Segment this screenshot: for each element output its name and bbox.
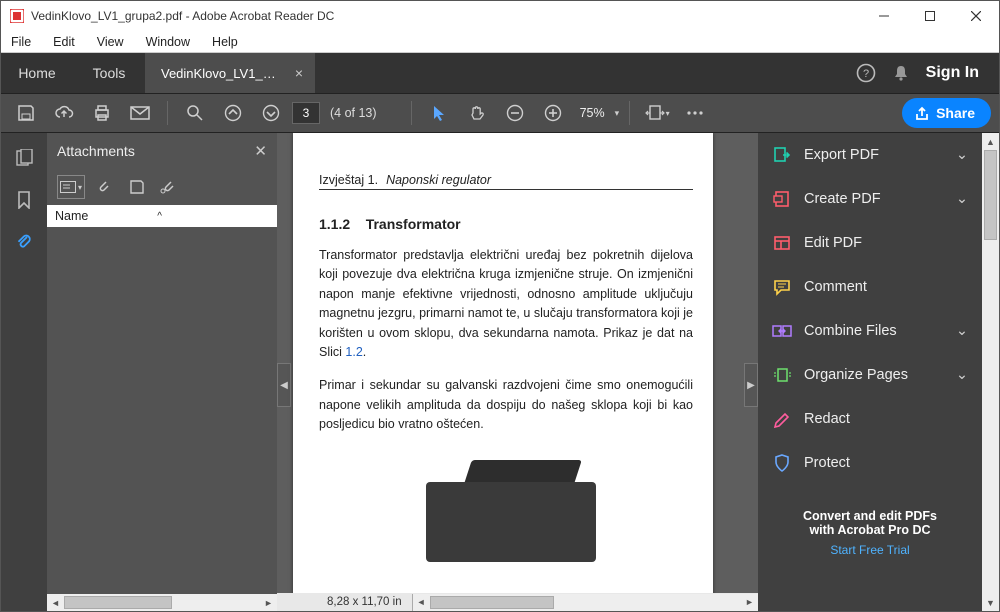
email-icon[interactable] <box>123 96 157 130</box>
zoom-in-icon[interactable] <box>536 96 570 130</box>
tool-redact[interactable]: Redact <box>758 397 982 441</box>
tool-comment[interactable]: Comment <box>758 265 982 309</box>
hand-icon[interactable] <box>460 96 494 130</box>
share-icon <box>914 105 930 121</box>
close-button[interactable] <box>953 1 999 31</box>
tool-protect[interactable]: Protect <box>758 441 982 485</box>
thumbnails-icon[interactable] <box>13 147 35 169</box>
work-area: Attachments ✕ ▾ Name ^ ◄► ◀ Izvještaj 1.… <box>1 133 999 611</box>
tool-organize-pages[interactable]: Organize Pages ⌄ <box>758 353 982 397</box>
menu-file[interactable]: File <box>7 33 35 51</box>
tab-bar: Home Tools VedinKlovo_LV1_gr... × ? Sign… <box>1 53 999 93</box>
help-icon[interactable]: ? <box>856 63 876 83</box>
page-down-icon[interactable] <box>254 96 288 130</box>
chevron-down-icon: ⌄ <box>956 367 968 383</box>
titlebar: VedinKlovo_LV1_grupa2.pdf - Adobe Acroba… <box>1 1 999 31</box>
tab-tools[interactable]: Tools <box>73 53 145 93</box>
menu-view[interactable]: View <box>93 33 128 51</box>
menu-edit[interactable]: Edit <box>49 33 79 51</box>
collapse-left-icon[interactable]: ◀ <box>277 363 291 407</box>
paragraph-1: Transformator predstavlja električni ure… <box>319 246 693 362</box>
zoom-level[interactable]: 75% <box>574 106 611 120</box>
tab-close-icon[interactable]: × <box>291 65 307 81</box>
tab-home[interactable]: Home <box>1 53 73 93</box>
combine-icon <box>772 322 792 340</box>
sign-in-button[interactable]: Sign In <box>926 64 979 82</box>
left-rail <box>1 133 47 611</box>
more-tools-icon[interactable] <box>678 96 712 130</box>
tool-export-pdf[interactable]: Export PDF ⌄ <box>758 133 982 177</box>
organize-icon <box>772 366 792 384</box>
sort-arrow-icon: ^ <box>157 211 162 222</box>
window-title: VedinKlovo_LV1_grupa2.pdf - Adobe Acroba… <box>31 9 334 23</box>
chevron-down-icon: ⌄ <box>956 323 968 339</box>
document-hscroll[interactable]: ◄► <box>412 594 758 611</box>
attachments-icon[interactable] <box>13 231 35 253</box>
page-dimensions: 8,28 x 11,70 in <box>277 596 412 608</box>
save-icon[interactable] <box>9 96 43 130</box>
attachments-list <box>47 227 277 594</box>
running-head-num: Izvještaj 1. <box>319 173 378 187</box>
cloud-upload-icon[interactable] <box>47 96 81 130</box>
tab-document-label: VedinKlovo_LV1_gr... <box>161 66 283 81</box>
redact-icon <box>772 410 792 428</box>
attach-options-icon[interactable]: ▾ <box>57 175 85 199</box>
attachments-panel: Attachments ✕ ▾ Name ^ ◄► <box>47 133 277 611</box>
tool-combine-files[interactable]: Combine Files ⌄ <box>758 309 982 353</box>
find-icon[interactable] <box>178 96 212 130</box>
collapse-right-icon[interactable]: ▶ <box>744 363 758 407</box>
svg-text:?: ? <box>863 68 869 80</box>
app-icon <box>9 8 25 24</box>
fit-width-icon[interactable]: ▾ <box>640 96 674 130</box>
paragraph-2: Primar i sekundar su galvanski razdvojen… <box>319 376 693 434</box>
share-button[interactable]: Share <box>902 98 991 128</box>
document-area: ◀ Izvještaj 1. Naponski regulator 1.1.2 … <box>277 133 758 611</box>
menu-window[interactable]: Window <box>142 33 194 51</box>
create-icon <box>772 190 792 208</box>
zoom-dropdown-icon[interactable]: ▾ <box>615 108 620 119</box>
print-icon[interactable] <box>85 96 119 130</box>
document-viewport[interactable]: ◀ Izvještaj 1. Naponski regulator 1.1.2 … <box>277 133 758 593</box>
bell-icon[interactable] <box>892 64 910 82</box>
promo-box: Convert and edit PDFs with Acrobat Pro D… <box>758 503 982 563</box>
protect-icon <box>772 454 792 472</box>
tool-create-pdf[interactable]: Create PDF ⌄ <box>758 177 982 221</box>
minimize-button[interactable] <box>861 1 907 31</box>
chevron-down-icon: ⌄ <box>956 147 968 163</box>
selection-icon[interactable] <box>422 96 456 130</box>
comment-icon <box>772 278 792 296</box>
start-trial-link[interactable]: Start Free Trial <box>770 543 970 557</box>
page-up-icon[interactable] <box>216 96 250 130</box>
figure-ref-link[interactable]: 1.2 <box>345 345 362 359</box>
maximize-button[interactable] <box>907 1 953 31</box>
chevron-down-icon: ⌄ <box>956 191 968 207</box>
attachments-hscroll[interactable]: ◄► <box>47 594 277 611</box>
pdf-page: Izvještaj 1. Naponski regulator 1.1.2 Tr… <box>293 133 713 593</box>
attach-add-icon[interactable] <box>157 175 181 199</box>
attachments-title: Attachments <box>57 143 135 159</box>
document-status-bar: 8,28 x 11,70 in ◄► <box>277 593 758 611</box>
export-icon <box>772 146 792 164</box>
attachments-close-icon[interactable]: ✕ <box>254 142 267 160</box>
zoom-out-icon[interactable] <box>498 96 532 130</box>
menu-help[interactable]: Help <box>208 33 242 51</box>
section-number: 1.1.2 <box>319 216 350 232</box>
tab-document[interactable]: VedinKlovo_LV1_gr... × <box>145 53 315 93</box>
toolbar: (4 of 13) 75% ▾ ▾ Share <box>1 93 999 133</box>
section-title: Transformator <box>366 216 461 232</box>
edit-icon <box>772 234 792 252</box>
menubar: File Edit View Window Help <box>1 31 999 53</box>
attach-save-icon[interactable] <box>125 175 149 199</box>
page-number-input[interactable] <box>292 102 320 124</box>
bookmark-icon[interactable] <box>13 189 35 211</box>
window-vscroll[interactable]: ▲ ▼ <box>982 133 999 611</box>
figure-image <box>319 452 693 562</box>
running-head-title: Naponski regulator <box>386 173 491 187</box>
right-tools-pane: Export PDF ⌄ Create PDF ⌄ Edit PDF Comme… <box>758 133 982 611</box>
page-total-label: (4 of 13) <box>330 106 377 120</box>
attach-open-icon[interactable] <box>93 175 117 199</box>
tool-edit-pdf[interactable]: Edit PDF <box>758 221 982 265</box>
attachments-column-header[interactable]: Name ^ <box>47 205 277 227</box>
